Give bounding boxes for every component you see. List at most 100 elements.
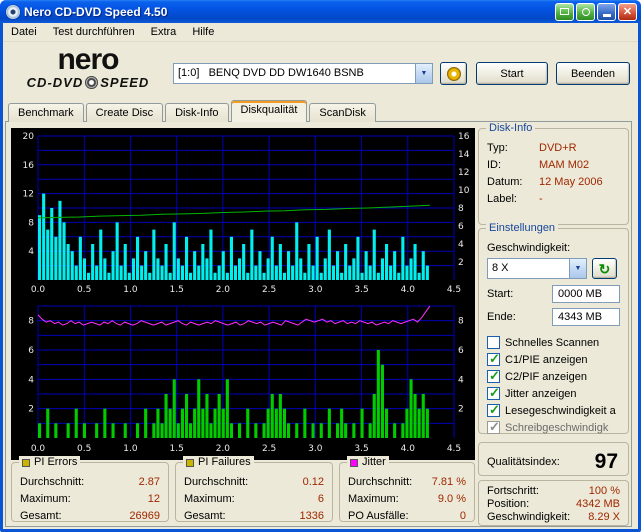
quality-index-label: Qualitätsindex: <box>487 455 560 468</box>
disk-info-group-title: Disk-Info <box>486 122 536 135</box>
svg-text:20: 20 <box>23 132 35 142</box>
checkbox-box[interactable] <box>487 351 500 367</box>
quit-button[interactable]: Beenden <box>556 62 630 85</box>
svg-text:1.0: 1.0 <box>123 285 138 295</box>
svg-text:4.5: 4.5 <box>447 285 461 295</box>
menu-item-test-durchfuehren[interactable]: Test durchführen <box>45 24 143 40</box>
svg-text:2: 2 <box>458 405 464 415</box>
titlebar-extra-button-2[interactable] <box>576 2 595 21</box>
disc-type-value: DVD+R <box>539 142 577 154</box>
window-title: Nero CD-DVD Speed 4.50 <box>24 4 168 19</box>
drive-select-value: [1:0] BENQ DVD DD DW1640 BSNB <box>178 67 364 79</box>
jitter-group: Jitter Durchschnitt: 7.81 % Maximum: 9.0 %… <box>339 456 475 522</box>
eject-disc-button[interactable] <box>440 62 467 85</box>
checkbox-box[interactable] <box>487 368 500 384</box>
chevron-down-icon[interactable]: ▼ <box>415 64 432 83</box>
tab-create-disc[interactable]: Create Disc <box>85 103 164 122</box>
checkbox-c2-pif[interactable]: C2/PIF anzeigen <box>487 368 620 385</box>
tab-scandisk[interactable]: ScanDisk <box>309 103 376 122</box>
pie-total-value: 26969 <box>129 510 160 522</box>
disc-icon <box>581 7 590 16</box>
pi-errors-group: PI Errors Durchschnitt: 2.87 Maximum: 12 G… <box>11 456 169 522</box>
checkbox-fast-scan[interactable]: Schnelles Scannen <box>487 334 620 351</box>
pif-total-value: 1336 <box>299 510 324 522</box>
speed-value: 8 X <box>492 262 509 274</box>
svg-text:10: 10 <box>458 186 470 196</box>
speed-label: Geschwindigkeit: <box>487 242 571 254</box>
refresh-speed-button[interactable]: ↻ <box>592 258 617 279</box>
pi-failures-group-title: PI Failures <box>198 456 251 468</box>
checkbox-box[interactable] <box>487 385 500 401</box>
logo-wordmark: nero <box>57 43 119 76</box>
app-disc-icon <box>6 4 20 19</box>
current-speed-value: 8.29 X <box>588 511 620 523</box>
end-position-field[interactable]: 4343 MB <box>552 308 620 326</box>
close-icon: ✕ <box>622 6 633 18</box>
svg-text:6: 6 <box>28 346 34 356</box>
checkbox-jitter[interactable]: Jitter anzeigen <box>487 385 620 402</box>
jitter-group-title: Jitter <box>362 456 386 468</box>
speed-combobox[interactable]: 8 X ▼ <box>487 258 587 279</box>
tab-strip: Benchmark Create Disc Disk-Info Diskqual… <box>8 100 378 122</box>
svg-text:12: 12 <box>458 168 469 178</box>
logo-disc-icon <box>85 76 99 89</box>
svg-text:4.0: 4.0 <box>401 285 416 295</box>
tab-diskqualitaet[interactable]: Diskqualität <box>230 100 308 122</box>
header: nero CD-DVD SPEED [1:0] BENQ DVD DD DW16… <box>3 43 638 100</box>
quality-index-group: Qualitätsindex: 97 <box>478 442 629 476</box>
checkbox-write-speed[interactable]: Schreibgeschwindigk <box>487 419 620 436</box>
menu-item-hilfe[interactable]: Hilfe <box>184 24 222 40</box>
tab-disk-info[interactable]: Disk-Info <box>165 103 229 122</box>
svg-text:3.0: 3.0 <box>308 444 323 454</box>
checkbox-read-speed[interactable]: Lesegeschwindigkeit a <box>487 402 620 419</box>
svg-text:4: 4 <box>28 247 34 257</box>
disc-eject-icon <box>446 66 461 81</box>
menu-item-extra[interactable]: Extra <box>143 24 185 40</box>
refresh-icon: ↻ <box>598 260 611 277</box>
pi-errors-chart: 20 16 12 8 4 16 14 12 10 8 6 4 2 0.0 0.5 1.0 1.5 2.0 2.5 3.… <box>23 132 470 295</box>
close-button[interactable]: ✕ <box>618 2 637 21</box>
menu-item-datei[interactable]: Datei <box>3 24 45 40</box>
pif-avg-value: 0.12 <box>302 476 324 488</box>
checkbox-box[interactable] <box>487 419 500 435</box>
svg-text:4.0: 4.0 <box>401 444 416 454</box>
disc-id-value: MAM M02 <box>539 159 590 171</box>
titlebar-extra-button-1[interactable] <box>555 2 574 21</box>
svg-text:2.5: 2.5 <box>262 444 276 454</box>
logo-subtitle: CD-DVD SPEED <box>26 75 150 90</box>
pie-max-value: 12 <box>147 493 160 505</box>
drive-select-combobox[interactable]: [1:0] BENQ DVD DD DW1640 BSNB ▼ <box>173 63 433 84</box>
svg-text:8: 8 <box>28 218 34 228</box>
pi-failures-legend-icon <box>186 458 194 467</box>
tab-benchmark[interactable]: Benchmark <box>8 103 84 122</box>
checkbox-box[interactable] <box>487 402 500 418</box>
start-position-field[interactable]: 0000 MB <box>552 285 620 303</box>
disc-date-value: 12 May 2006 <box>539 176 603 188</box>
chevron-down-icon[interactable]: ▼ <box>569 259 586 278</box>
svg-text:2: 2 <box>28 405 34 415</box>
checkbox-box[interactable] <box>487 336 500 349</box>
progress-group: Fortschritt: 100 % Position: 4342 MB Gesch… <box>478 480 629 526</box>
app-window: Nero CD-DVD Speed 4.50 ✕ Datei Test durc… <box>0 0 641 532</box>
pif-max-value: 6 <box>317 493 324 505</box>
pie-avg-value: 2.87 <box>138 476 160 488</box>
menu-bar: Datei Test durchführen Extra Hilfe <box>3 23 638 42</box>
svg-text:0.5: 0.5 <box>77 285 91 295</box>
position-value: 4342 MB <box>575 498 620 510</box>
start-position-label: Start: <box>487 287 514 300</box>
svg-text:8: 8 <box>458 204 464 214</box>
svg-text:2.0: 2.0 <box>216 285 231 295</box>
jitter-legend-icon <box>350 458 358 467</box>
svg-text:4: 4 <box>458 375 464 385</box>
start-button[interactable]: Start <box>476 62 548 85</box>
quality-chart-panel: 20 16 12 8 4 16 14 12 10 8 6 4 2 0.0 0.5 1.0 1.5 2.0 2.5 3.… <box>11 128 475 460</box>
jitter-avg-value: 7.81 % <box>431 476 466 488</box>
titlebar[interactable]: Nero CD-DVD Speed 4.50 ✕ <box>0 0 641 23</box>
minimize-button[interactable] <box>597 2 616 21</box>
checkbox-c1-pie[interactable]: C1/PIE anzeigen <box>487 351 620 368</box>
svg-text:0.0: 0.0 <box>31 285 46 295</box>
jitter-max-value: 9.0 % <box>437 493 466 505</box>
svg-text:1.0: 1.0 <box>123 444 138 454</box>
pi-errors-group-title: PI Errors <box>34 456 78 468</box>
svg-text:6: 6 <box>458 346 464 356</box>
